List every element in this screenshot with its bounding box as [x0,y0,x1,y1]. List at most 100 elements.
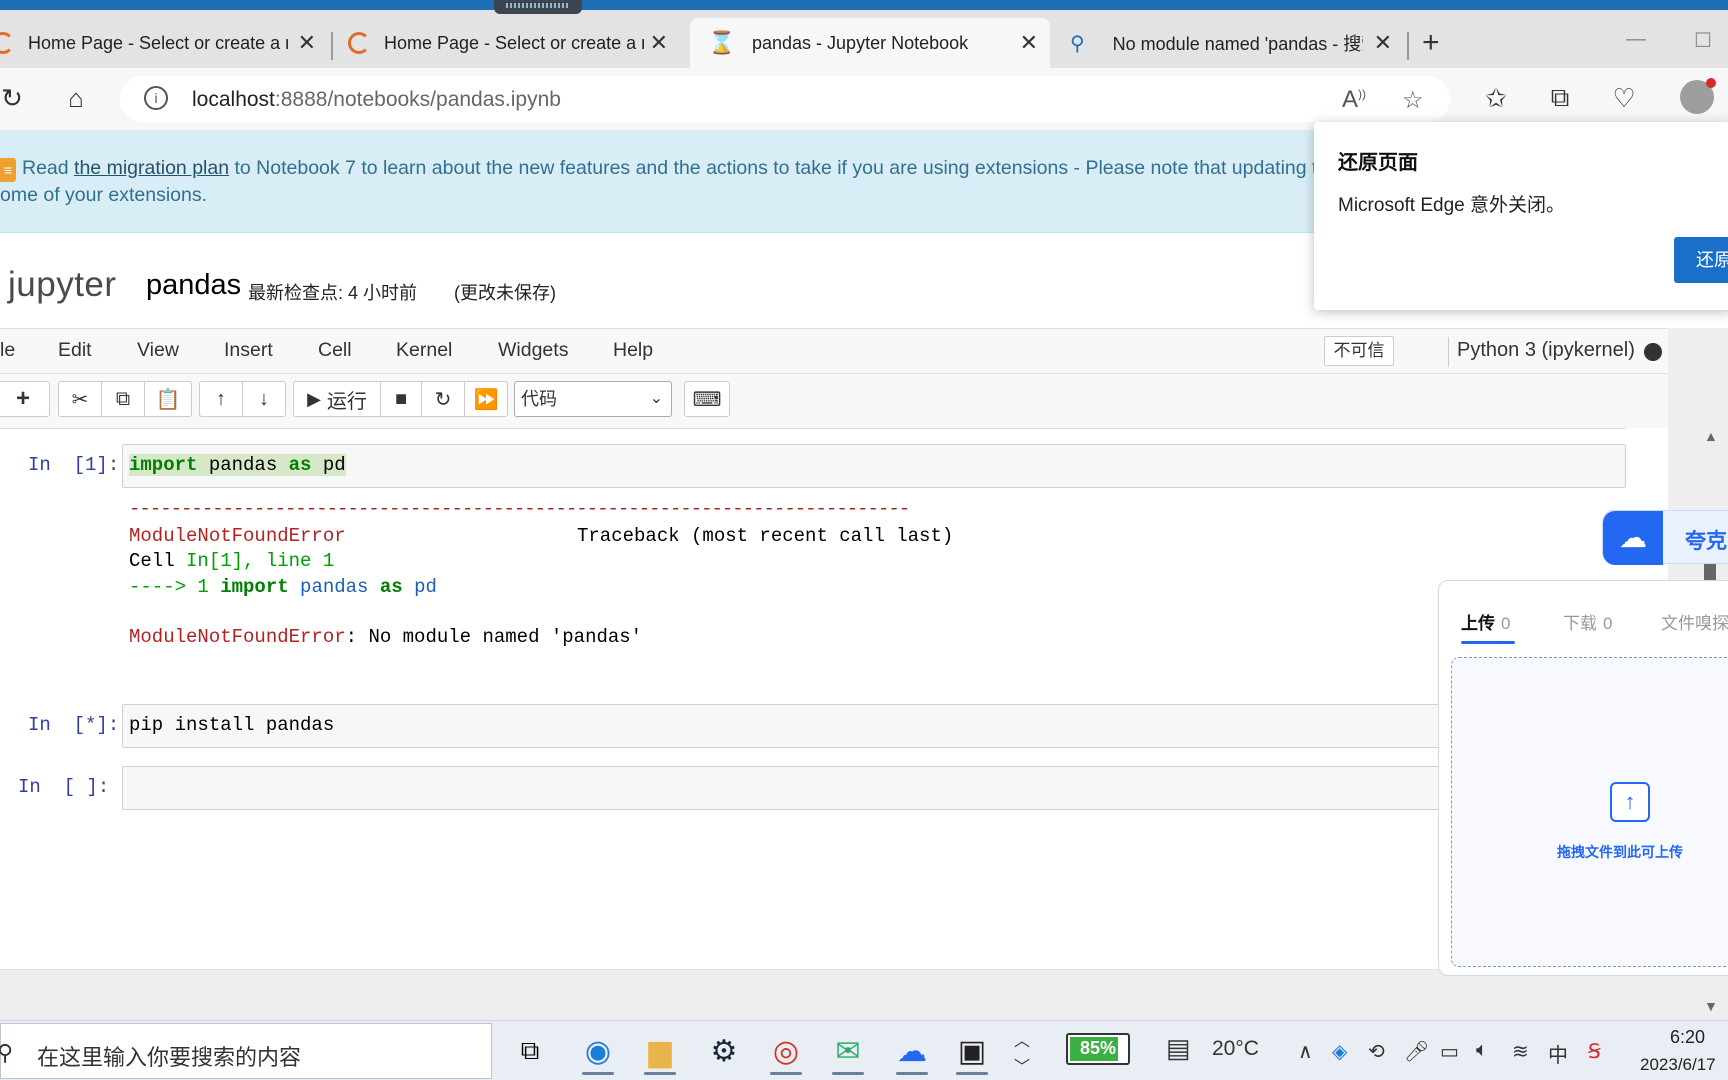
tab-home-page-1[interactable]: Home Page - Select or create a n ✕ [0,18,328,68]
input-method-indicator[interactable]: 中 [1548,1039,1568,1068]
paste-button[interactable]: 📋 [144,381,192,417]
close-tab-icon[interactable]: ✕ [650,30,668,56]
add-cell-button[interactable]: + [0,381,50,417]
code-cell-input[interactable]: import pandas as pd [122,444,1626,488]
menu-help[interactable]: Help [613,339,653,362]
tab-label: 下载 [1563,614,1597,633]
cut-button[interactable]: ✂ [58,381,102,417]
tab-upload[interactable]: 上传 0 [1461,609,1510,634]
tab-download[interactable]: 下载 0 [1563,609,1612,634]
kernel-separator [1448,337,1449,367]
chevron-down-icon[interactable]: ﹀ [1014,1053,1030,1077]
terminal-icon[interactable]: ▣ [948,1027,996,1075]
browser-essentials-icon[interactable]: ♡ [1606,80,1642,116]
quark-cloud-icon[interactable]: ☁ [888,1027,936,1075]
menu-insert[interactable]: Insert [224,339,273,362]
profile-avatar[interactable] [1680,78,1716,114]
wechat-icon[interactable]: ✉ [824,1027,872,1075]
move-up-button[interactable]: ↑ [199,381,243,417]
tab-title: pandas - Jupyter Notebook [752,32,969,53]
home-icon[interactable]: ⌂ [58,80,94,116]
edge-app-icon[interactable]: ◉ [574,1027,622,1075]
upload-folder-icon: ↑ [1610,782,1650,822]
restart-run-all-button[interactable]: ⏩ [464,381,508,417]
chrome-icon[interactable]: ◎ [762,1027,810,1075]
code-cell-input[interactable]: pip install pandas [122,704,1462,748]
app-running-indicator [770,1072,802,1075]
battery-icon[interactable]: ▭ [1440,1039,1459,1064]
menu-cell[interactable]: Cell [318,339,352,362]
jupyter-spinner-icon [348,32,370,54]
interrupt-button[interactable]: ■ [380,381,422,417]
jupyter-logo[interactable]: jupyter [8,265,117,305]
show-hidden-icons[interactable]: ∧ [1298,1039,1313,1064]
menu-edit[interactable]: Edit [58,339,92,362]
error-name: ModuleNotFoundError [129,626,346,648]
close-tab-icon[interactable]: ✕ [1374,30,1392,56]
file-explorer-icon[interactable]: ▆ [636,1027,684,1075]
close-tab-icon[interactable]: ✕ [298,30,316,56]
clock-date[interactable]: 2023/6/17 [1640,1055,1716,1075]
refresh-icon[interactable]: ↻ [0,80,30,116]
minimize-icon[interactable]: — [1626,28,1646,51]
kernel-busy-indicator [1644,343,1662,361]
favorite-star-icon[interactable]: ☆ [1402,86,1424,115]
read-aloud-icon[interactable]: A)) [1342,86,1366,114]
sync-icon[interactable]: ⟲ [1368,1039,1385,1064]
battery-widget[interactable]: 85% [1066,1033,1130,1065]
notebook-title[interactable]: pandas [146,269,241,302]
site-info-icon[interactable]: i [144,86,168,110]
scroll-up-icon[interactable]: ▲ [1704,428,1718,444]
tab-label: 文件嗅探 [1661,614,1728,633]
tab-search-pandas[interactable]: ⚲ No module named 'pandas - 搜索 ✕ [1054,18,1404,68]
clock-time[interactable]: 6:20 [1670,1027,1705,1048]
banner-line-2: ome of your extensions. [0,184,208,206]
command-palette-button[interactable]: ⌨ [684,381,730,417]
task-view-icon[interactable]: ⧉ [506,1027,554,1075]
keyboard-icon: ⌨ [692,388,722,411]
tab-pandas-notebook[interactable]: ⌛ pandas - Jupyter Notebook ✕ [690,18,1050,68]
sogou-ime-icon[interactable]: Ꞩ [1588,1039,1601,1064]
code-keyword: import [129,454,198,476]
new-tab-button[interactable]: + [1422,26,1440,60]
tab-file-sniffer[interactable]: 文件嗅探 [1661,609,1728,634]
weather-icon[interactable]: ▤ [1166,1033,1191,1064]
close-tab-icon[interactable]: ✕ [1020,30,1038,56]
kernel-name[interactable]: Python 3 (ipykernel) [1457,339,1635,362]
quark-cloud-pill[interactable]: ☁ 夸克 [1602,510,1728,565]
collections-icon[interactable]: ⧉ [1542,80,1578,116]
weather-temperature[interactable]: 20°C [1212,1037,1259,1061]
wifi-icon[interactable]: ≋ [1512,1039,1529,1064]
maximize-icon[interactable]: ☐ [1694,28,1712,53]
run-button[interactable]: ▶ 运行 [293,381,381,417]
restart-button[interactable]: ↻ [421,381,465,417]
microphone-icon[interactable]: 🎤︎ [1404,1039,1429,1064]
traceback-arrow: ----> 1 [129,576,221,598]
app-running-indicator [832,1072,864,1075]
menu-file[interactable]: le [0,339,15,362]
chevron-up-icon[interactable]: ︿ [1014,1027,1030,1051]
menu-widgets[interactable]: Widgets [498,339,568,362]
cell-type-value: 代码 [521,389,557,409]
move-down-button[interactable]: ↓ [242,381,286,417]
volume-icon[interactable]: 🔈︎ [1476,1039,1488,1062]
steam-icon[interactable]: ⚙ [700,1027,748,1075]
restore-button[interactable]: 还原 [1674,237,1728,283]
restart-icon: ↻ [434,388,452,411]
app-tray-icon[interactable]: ◈ [1332,1039,1347,1064]
code-cell-input[interactable] [122,766,1462,810]
trust-badge[interactable]: 不可信 [1324,336,1394,366]
menu-kernel[interactable]: Kernel [396,339,452,362]
copy-button[interactable]: ⧉ [101,381,145,417]
taskbar-search-input[interactable]: ⚲ 在这里输入你要搜索的内容 [0,1023,492,1079]
favorites-icon[interactable]: ✩ [1478,80,1514,116]
scroll-down-icon[interactable]: ▼ [1704,998,1718,1014]
menu-view[interactable]: View [137,339,179,362]
cell-type-select[interactable]: 代码 ⌄ [514,381,672,417]
url-field[interactable]: i localhost:8888/notebooks/pandas.ipynb … [120,76,1450,122]
upload-drop-zone[interactable]: ↑ 拖拽文件到此可上传 [1451,657,1728,967]
arrow-down-icon: ↓ [259,387,269,410]
window-snap-handle[interactable] [494,0,582,14]
tab-home-page-2[interactable]: Home Page - Select or create a n ✕ [346,18,680,68]
migration-plan-link[interactable]: the migration plan [74,157,229,179]
